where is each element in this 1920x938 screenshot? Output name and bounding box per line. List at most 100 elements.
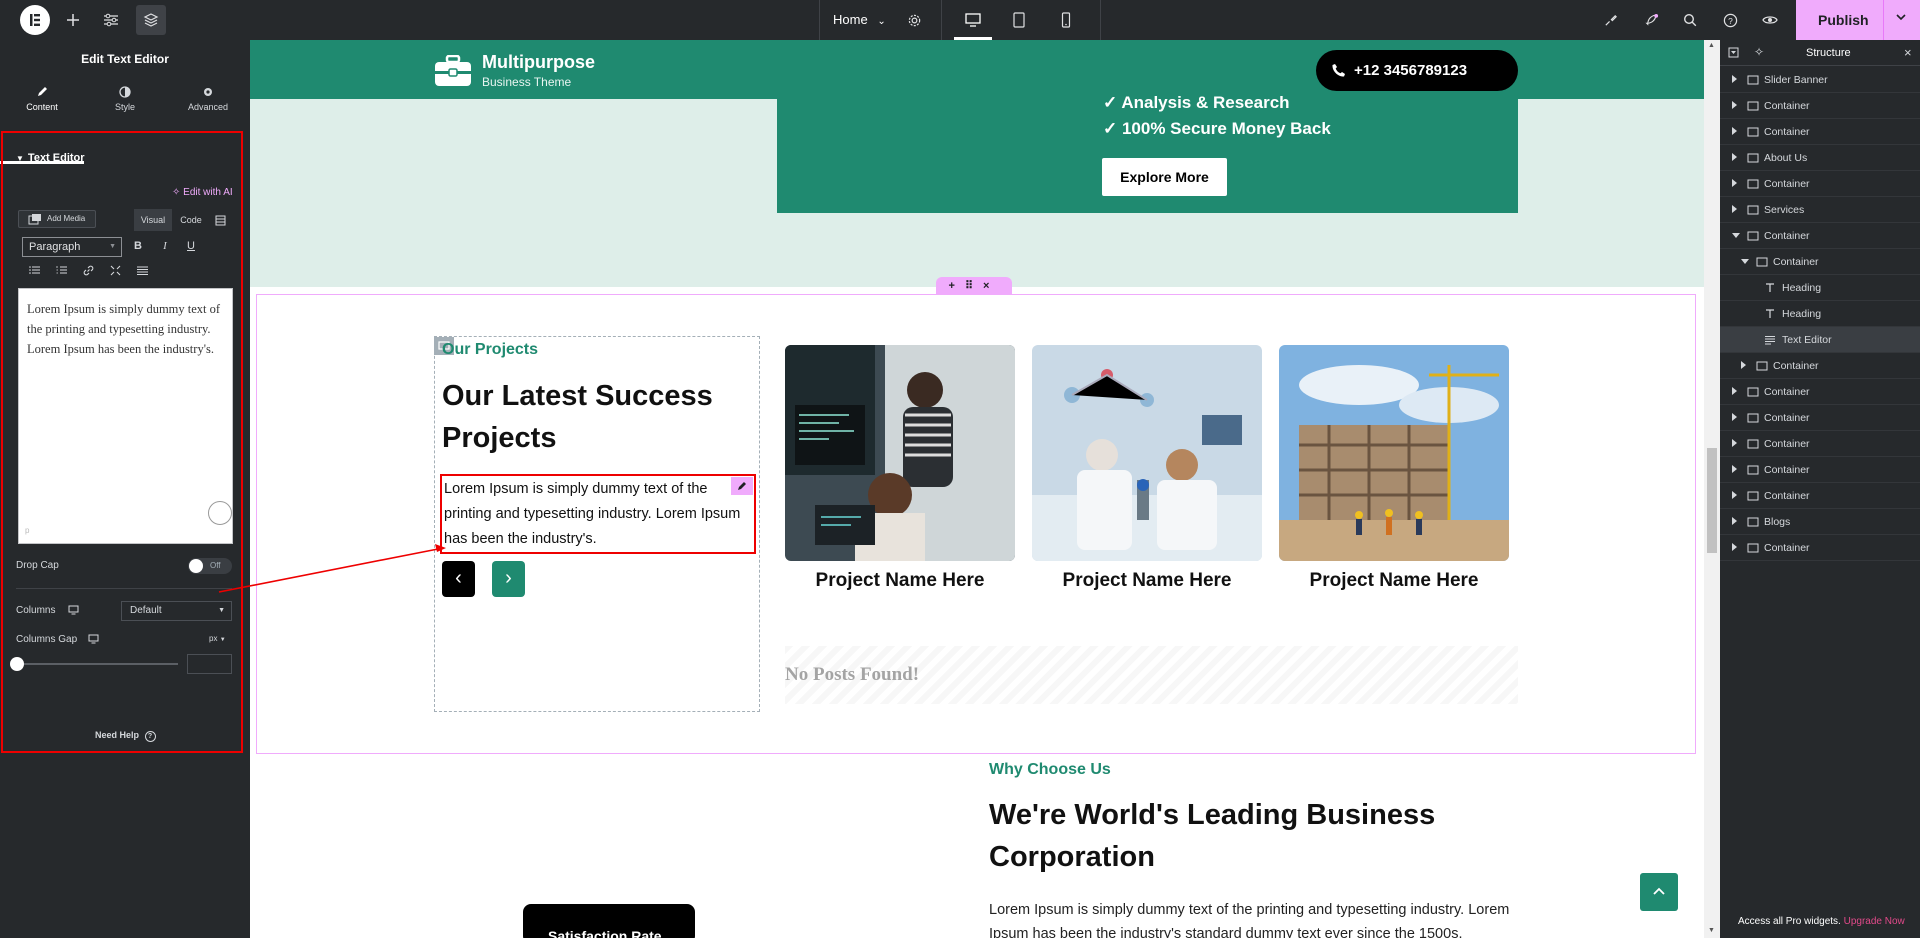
structure-item[interactable]: Container [1720,405,1920,431]
project-name[interactable]: Project Name Here [1279,570,1509,592]
responsive-desktop-icon[interactable] [68,605,79,615]
format-select[interactable]: Paragraph ▼ [22,237,122,257]
bullet-list-icon[interactable] [26,262,42,278]
bold-button[interactable]: B [130,238,146,254]
page-settings-gear-icon[interactable] [899,5,929,35]
caret-right-icon[interactable] [1732,387,1737,395]
edit-with-ai-button[interactable]: ✧ Edit with AI [172,187,233,198]
elementor-logo-icon[interactable] [20,5,50,35]
structure-item[interactable]: Container [1720,457,1920,483]
search-icon[interactable] [1675,5,1705,35]
project-image[interactable] [1279,345,1509,561]
link-icon[interactable] [80,262,96,278]
caret-right-icon[interactable] [1732,153,1737,161]
scroll-to-top-button[interactable] [1640,873,1678,911]
help-icon[interactable]: ? [1715,5,1745,35]
toolbar-toggle-icon[interactable] [134,262,150,278]
scrollbar-thumb[interactable] [1707,448,1717,553]
structure-layers-icon[interactable] [136,5,166,35]
slider-handle[interactable] [10,657,24,671]
phone-button[interactable]: +12 3456789123 [1316,50,1518,91]
structure-item[interactable]: Container [1720,535,1920,561]
text-editor-field[interactable]: Lorem Ipsum is simply dummy text of the … [18,288,233,544]
structure-item[interactable]: Heading [1720,275,1920,301]
close-icon[interactable]: × [983,280,999,292]
structure-item[interactable]: Blogs [1720,509,1920,535]
unit-selector[interactable]: px ▼ [209,634,226,643]
structure-item[interactable]: About Us [1720,145,1920,171]
code-tab[interactable]: Code [172,209,210,231]
columns-gap-input[interactable] [187,654,232,674]
collapse-all-icon[interactable] [1728,47,1739,58]
site-kit-brush-icon[interactable] [1595,5,1625,35]
columns-select[interactable]: Default ▼ [121,601,232,621]
preview-eye-icon[interactable] [1755,5,1785,35]
canvas-scrollbar[interactable]: ▲ ▼ [1704,40,1720,938]
add-element-icon[interactable] [58,5,88,35]
caret-right-icon[interactable] [1732,439,1737,447]
drop-cap-toggle[interactable]: Off [188,558,232,574]
section-handle[interactable]: +⠿× [936,277,1012,295]
close-icon[interactable]: × [1904,45,1912,60]
tab-style[interactable]: Style [83,86,167,126]
brand-name[interactable]: Multipurpose [482,52,595,73]
caret-right-icon[interactable] [1732,543,1737,551]
publish-button[interactable]: Publish [1796,0,1920,40]
caret-right-icon[interactable] [1732,491,1737,499]
italic-button[interactable]: I [157,238,173,254]
caret-down-icon[interactable] [1732,233,1740,238]
page-selector[interactable]: Home ⌄ [833,0,886,40]
project-name[interactable]: Project Name Here [1032,570,1262,592]
prev-arrow-button[interactable]: ‹ [442,561,475,597]
numbered-list-icon[interactable] [53,262,69,278]
structure-item[interactable]: Services [1720,197,1920,223]
project-image[interactable] [1032,345,1262,561]
structure-item[interactable]: Container [1720,93,1920,119]
structure-item[interactable]: Container [1720,223,1920,249]
tab-content[interactable]: Content [0,86,84,126]
caret-right-icon[interactable] [1732,127,1737,135]
caret-right-icon[interactable] [1732,465,1737,473]
ai-sparkle-icon[interactable]: ✧ [1754,45,1764,59]
structure-item[interactable]: Slider Banner [1720,67,1920,93]
structure-item[interactable]: Container [1720,171,1920,197]
scroll-up-arrow-icon[interactable]: ▲ [1708,42,1715,49]
text-editor-widget[interactable]: Lorem Ipsum is simply dummy text of the … [440,474,756,554]
add-media-button[interactable]: Add Media [18,210,96,228]
tab-advanced[interactable]: Advanced [166,86,250,126]
responsive-desktop-icon[interactable] [88,634,99,644]
caret-right-icon[interactable] [1732,205,1737,213]
resize-handle-icon[interactable] [208,501,232,525]
scroll-down-arrow-icon[interactable]: ▼ [1708,927,1715,934]
structure-item[interactable]: Container [1720,249,1920,275]
next-arrow-button[interactable]: › [492,561,525,597]
structure-item[interactable]: Container [1720,379,1920,405]
structure-item[interactable]: Container [1720,483,1920,509]
tablet-view-icon[interactable] [1004,5,1034,35]
structure-item[interactable]: Text Editor [1720,327,1920,353]
mobile-view-icon[interactable] [1051,5,1081,35]
notifications-rocket-icon[interactable] [1636,5,1666,35]
fullscreen-icon[interactable] [107,262,123,278]
caret-right-icon[interactable] [1732,101,1737,109]
add-icon[interactable]: + [949,280,965,292]
explore-more-button[interactable]: Explore More [1102,158,1227,196]
underline-button[interactable]: U [183,238,199,254]
caret-right-icon[interactable] [1732,517,1737,525]
caret-right-icon[interactable] [1732,75,1737,83]
structure-item[interactable]: Container [1720,431,1920,457]
caret-right-icon[interactable] [1741,361,1746,369]
toolbar-toggle-icon[interactable] [212,212,228,228]
visual-tab[interactable]: Visual [134,209,172,231]
site-settings-icon[interactable] [96,5,126,35]
structure-item[interactable]: Container [1720,119,1920,145]
caret-right-icon[interactable] [1732,413,1737,421]
widget-edit-pencil-icon[interactable] [731,477,753,495]
project-name[interactable]: Project Name Here [785,570,1015,592]
caret-right-icon[interactable] [1732,179,1737,187]
chevron-down-icon[interactable] [1895,11,1907,23]
section-toggle-text-editor[interactable]: ▼ Text Editor [16,152,85,164]
caret-down-icon[interactable] [1741,259,1749,264]
structure-item[interactable]: Container [1720,353,1920,379]
drag-icon[interactable]: ⠿ [965,280,983,292]
